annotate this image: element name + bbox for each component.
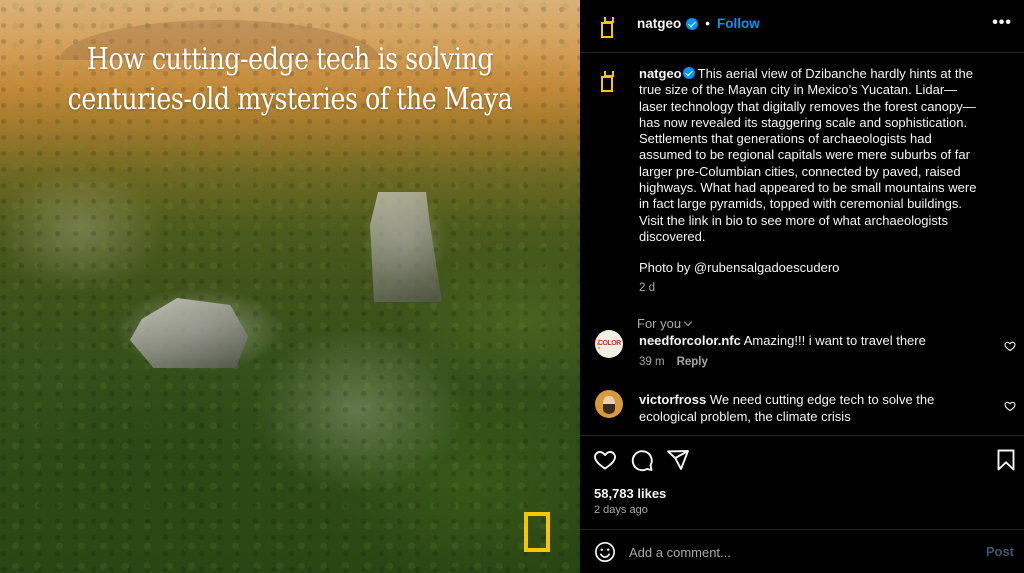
comment-body: Amazing!!! i want to travel there: [743, 333, 926, 348]
avatar[interactable]: [595, 330, 623, 358]
photo-headline-line-2: centuries-old mysteries of the Maya: [67, 82, 513, 117]
comment-text: needforcolor.nfc Amazing!!! i want to tr…: [639, 333, 979, 350]
post-header: natgeo • Follow •••: [580, 0, 1024, 53]
comment-like-heart-icon[interactable]: [1004, 400, 1016, 412]
post-detail-panel: natgeo • Follow ••• natgeo This aerial vi…: [580, 0, 1024, 573]
natgeo-avatar-icon[interactable]: [601, 17, 614, 38]
comment-like-heart-icon[interactable]: [1004, 340, 1016, 352]
comment-icon[interactable]: [630, 448, 654, 472]
comment-filter-label: For you: [637, 316, 682, 331]
header-user: natgeo • Follow: [637, 16, 760, 31]
emoji-icon[interactable]: [594, 541, 616, 563]
comment-username[interactable]: needforcolor.nfc: [639, 333, 741, 348]
comment-username[interactable]: victorfross: [639, 392, 706, 407]
caption-body: This aerial view of Dzibanche hardly hin…: [639, 66, 977, 244]
post-actions: 58,783 likes 2 days ago: [580, 435, 1024, 529]
verified-badge-icon: [682, 67, 695, 79]
caption-username[interactable]: natgeo: [639, 66, 682, 81]
share-icon[interactable]: [666, 448, 690, 472]
avatar[interactable]: [595, 390, 623, 418]
follow-button[interactable]: Follow: [717, 16, 760, 31]
caption-text: natgeo This aerial view of Dzibanche hard…: [639, 66, 984, 245]
likes-count[interactable]: 58,783 likes: [594, 486, 666, 501]
photo-headline: How cutting-edge tech is solving centuri…: [46, 40, 533, 120]
heart-icon[interactable]: [593, 448, 617, 472]
temple-ruin-front: [130, 298, 248, 368]
caption-avatar-icon[interactable]: [601, 71, 614, 92]
natgeo-logo-icon: [524, 512, 550, 552]
comment-age: 39 m: [639, 356, 665, 368]
post-photo[interactable]: How cutting-edge tech is solving centuri…: [0, 0, 580, 573]
reply-button[interactable]: Reply: [677, 356, 708, 368]
temple-ruin-back: [370, 192, 442, 302]
add-comment-bar: Post: [580, 529, 1024, 573]
comment-meta: 39 m Reply: [639, 356, 708, 368]
add-comment-input[interactable]: [629, 542, 949, 562]
header-username[interactable]: natgeo: [637, 16, 681, 31]
post-comment-button[interactable]: Post: [986, 544, 1014, 559]
comment-filter-dropdown[interactable]: For you: [637, 316, 693, 331]
chevron-down-icon: [683, 317, 693, 326]
comment-text: victorfross We need cutting edge tech to…: [639, 392, 979, 425]
photo-credit: Photo by @rubensalgadoescudero: [639, 260, 840, 275]
post-timestamp[interactable]: 2 days ago: [594, 504, 648, 516]
caption-age: 2 d: [639, 282, 655, 294]
more-options-icon[interactable]: •••: [992, 14, 1012, 32]
bookmark-icon[interactable]: [994, 448, 1018, 472]
comments-section[interactable]: natgeo This aerial view of Dzibanche hard…: [580, 54, 1024, 435]
separator-dot: •: [705, 16, 710, 31]
verified-badge-icon: [686, 17, 699, 30]
photo-headline-line-1: How cutting-edge tech is solving: [86, 42, 494, 77]
